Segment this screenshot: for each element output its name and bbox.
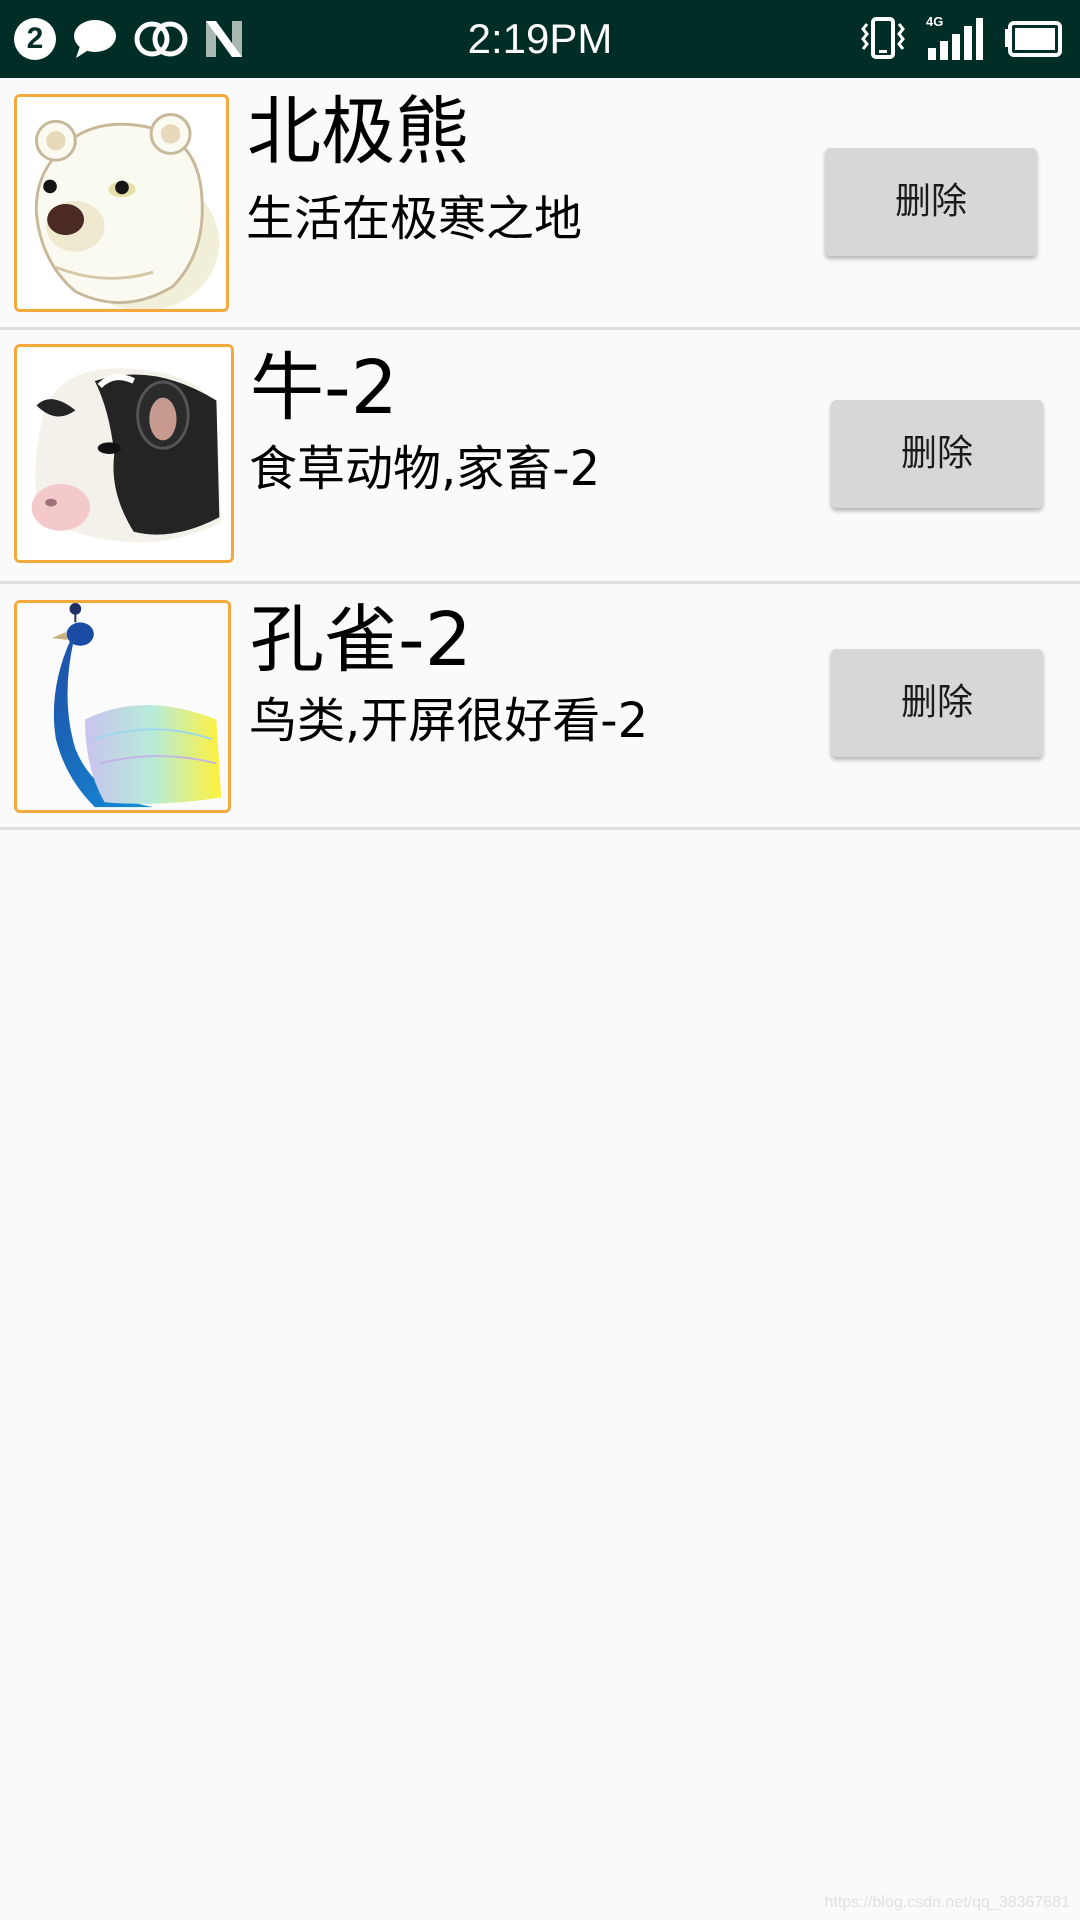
animal-description: 生活在极寒之地 [246, 191, 583, 247]
peacock-image [14, 600, 231, 813]
status-bar-indicators: 4G [860, 14, 1062, 64]
delete-button[interactable]: 删除 [831, 400, 1043, 508]
cellular-signal: 4G [926, 14, 984, 62]
watermark-url: https://blog.csdn.net/qq_38367681 [824, 1894, 1070, 1911]
delete-button[interactable]: 删除 [831, 649, 1043, 757]
list-item[interactable]: 孔雀-2 鸟类,开屏很好看-2 删除 [0, 584, 1080, 830]
vibrate-icon [861, 17, 905, 59]
status-bar: 2 2:19PM 4G [0, 0, 1080, 78]
animal-description: 食草动物,家畜-2 [249, 441, 601, 497]
list-item[interactable]: 牛-2 食草动物,家畜-2 删除 [0, 330, 1080, 584]
polar-bear-image [14, 94, 229, 312]
animal-name: 孔雀-2 [250, 597, 472, 683]
list-item[interactable]: 北极熊 生活在极寒之地 删除 [0, 78, 1080, 330]
delete-button[interactable]: 删除 [825, 148, 1037, 256]
battery-icon [1005, 21, 1062, 57]
animal-name: 牛-2 [250, 345, 398, 431]
animal-name: 北极熊 [247, 89, 469, 175]
signal-icon [928, 18, 983, 60]
cow-image [14, 344, 234, 563]
animal-description: 鸟类,开屏很好看-2 [249, 693, 649, 749]
animal-list: 北极熊 生活在极寒之地 删除 牛-2 食草动物,家畜-2 删除 孔雀-2 鸟类,… [0, 78, 1080, 830]
app-screen: 2 2:19PM 4G 北极熊 生活在极寒之地 删除 牛-2 食草动物,家畜-2… [0, 0, 1080, 1920]
